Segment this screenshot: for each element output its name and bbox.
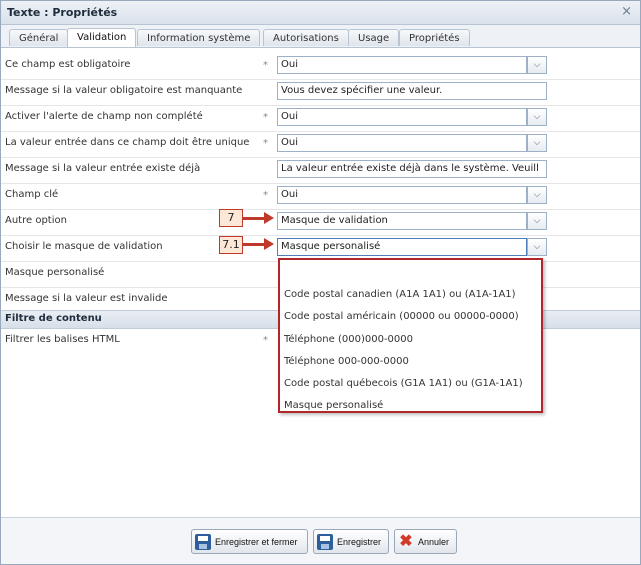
field-label: Masque personalisé: [5, 267, 105, 278]
close-icon[interactable]: ×: [621, 4, 632, 19]
tab-information-systeme[interactable]: Information système: [137, 29, 261, 46]
masque-validation-select[interactable]: Masque personalisé: [277, 238, 527, 256]
red-x-icon: ✖: [399, 532, 413, 550]
tab-usage[interactable]: Usage: [348, 29, 400, 46]
champ-cle-select[interactable]: Oui: [277, 186, 527, 204]
field-row-autre-option: Autre option Masque de validation ⌵: [1, 209, 640, 236]
dropdown-option[interactable]: Code postal américain (00000 ou 00000-00…: [284, 311, 519, 322]
field-row-unique: La valeur entrée dans ce champ doit être…: [1, 131, 640, 158]
required-marker: *: [263, 335, 268, 346]
callout-arrow-7-1: [243, 243, 265, 246]
unique-select[interactable]: Oui: [277, 134, 527, 152]
section-title: Filtre de contenu: [5, 313, 102, 324]
cancel-label: Annuler: [418, 536, 450, 547]
dropdown-option[interactable]: Masque personalisé: [284, 400, 383, 411]
dialog-footer: Enregistrer et fermer Enregistrer ✖ Annu…: [1, 517, 640, 564]
field-label: Message si la valeur obligatoire est man…: [5, 85, 243, 96]
field-row-message-manquante: Message si la valeur obligatoire est man…: [1, 79, 640, 106]
title-bar: Texte : Propriétés ×: [1, 1, 640, 25]
field-row-champ-cle: Champ clé * Oui ⌵: [1, 183, 640, 210]
tab-autorisations[interactable]: Autorisations: [263, 29, 349, 46]
arrow-head-icon: [264, 238, 274, 250]
floppy-disk-icon: [317, 533, 333, 550]
masque-dropdown-list: Code postal canadien (A1A 1A1) ou (A1A-1…: [278, 258, 543, 413]
field-label: Autre option: [5, 215, 67, 226]
tab-general[interactable]: Général: [9, 29, 69, 46]
save-close-label: Enregistrer et fermer: [215, 536, 298, 547]
chevron-down-icon[interactable]: ⌵: [527, 186, 547, 204]
chevron-down-icon[interactable]: ⌵: [527, 238, 547, 256]
message-existe-input[interactable]: La valeur entrée existe déjà dans le sys…: [277, 160, 547, 178]
field-row-message-existe: Message si la valeur entrée existe déjà …: [1, 157, 640, 184]
autre-option-select[interactable]: Masque de validation: [277, 212, 527, 230]
save-label: Enregistrer: [337, 536, 382, 547]
floppy-disk-icon: [195, 533, 211, 550]
field-label: Champ clé: [5, 189, 59, 200]
field-label: Message si la valeur est invalide: [5, 293, 168, 304]
save-close-button[interactable]: Enregistrer et fermer: [191, 529, 308, 554]
callout-7: 7: [219, 209, 243, 227]
callout-arrow-7: [243, 217, 265, 220]
required-marker: *: [263, 138, 268, 149]
dropdown-option[interactable]: Code postal canadien (A1A 1A1) ou (A1A-1…: [284, 289, 516, 300]
arrow-head-icon: [264, 212, 274, 224]
tab-proprietes[interactable]: Propriétés: [399, 29, 470, 46]
dropdown-option[interactable]: Code postal québecois (G1A 1A1) ou (G1A-…: [284, 378, 523, 389]
window-title: Texte : Propriétés: [7, 6, 118, 19]
properties-window: Texte : Propriétés × Général Validation …: [0, 0, 641, 565]
field-label: Filtrer les balises HTML: [5, 334, 120, 345]
cancel-button[interactable]: ✖ Annuler: [394, 529, 457, 554]
field-label: La valeur entrée dans ce champ doit être…: [5, 137, 250, 148]
chevron-down-icon[interactable]: ⌵: [527, 134, 547, 152]
tab-strip: Général Validation Information système A…: [1, 25, 640, 48]
field-label: Choisir le masque de validation: [5, 241, 163, 252]
required-marker: *: [263, 190, 268, 201]
dropdown-option[interactable]: Téléphone 000-000-0000: [284, 356, 409, 367]
dropdown-option[interactable]: Téléphone (000)000-0000: [284, 334, 413, 345]
message-manquante-input[interactable]: Vous devez spécifier une valeur.: [277, 82, 547, 100]
field-label: Activer l'alerte de champ non complété: [5, 111, 203, 122]
save-button[interactable]: Enregistrer: [313, 529, 389, 554]
required-marker: *: [263, 112, 268, 123]
field-label: Message si la valeur entrée existe déjà: [5, 163, 201, 174]
chevron-down-icon[interactable]: ⌵: [527, 108, 547, 126]
chevron-down-icon[interactable]: ⌵: [527, 212, 547, 230]
tab-validation[interactable]: Validation: [67, 28, 137, 47]
field-row-obligatoire: Ce champ est obligatoire * Oui ⌵: [1, 53, 640, 80]
required-marker: *: [263, 60, 268, 71]
obligatoire-select[interactable]: Oui: [277, 56, 527, 74]
field-row-alerte: Activer l'alerte de champ non complété *…: [1, 105, 640, 132]
alerte-select[interactable]: Oui: [277, 108, 527, 126]
chevron-down-icon[interactable]: ⌵: [527, 56, 547, 74]
callout-7-1: 7.1: [219, 236, 243, 254]
field-label: Ce champ est obligatoire: [5, 59, 131, 70]
